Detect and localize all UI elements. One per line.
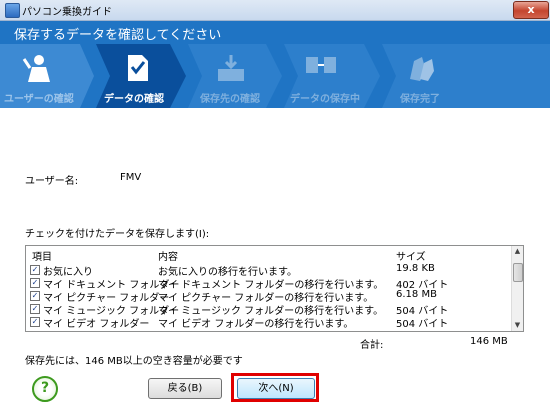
item-size: 504 バイト	[396, 319, 449, 330]
vertical-scrollbar[interactable]: ▲ ▼	[511, 246, 523, 331]
list-item[interactable]: ✓ お気に入り お気に入りの移行を行います。 19.8 KB	[26, 263, 511, 278]
step-label-saving: データの保存中	[290, 94, 360, 105]
step-arrows	[0, 44, 550, 108]
column-header-item[interactable]: 項目	[32, 248, 52, 263]
checkbox[interactable]: ✓	[30, 265, 40, 275]
column-header-size[interactable]: サイズ	[396, 248, 426, 263]
list-item[interactable]: ✓ マイ ドキュメント フォルダー マイ ドキュメント フォルダーの移行を行いま…	[26, 276, 511, 291]
help-button[interactable]: ?	[32, 376, 58, 402]
total-value: 146 MB	[470, 336, 508, 347]
step-label-complete: 保存完了	[400, 94, 440, 105]
save-location-icon	[218, 55, 244, 81]
item-size: 6.18 MB	[396, 289, 437, 300]
close-button[interactable]: x	[513, 1, 549, 19]
user-name-label: ユーザー名:	[25, 176, 79, 187]
step-progress: ユーザーの確認 データの確認 保存先の確認 データの保存中 保存完了	[0, 44, 550, 108]
checkbox[interactable]: ✓	[30, 291, 40, 301]
item-name: マイ ビデオ フォルダー	[43, 319, 150, 330]
complete-icon	[410, 57, 434, 81]
data-transfer-icon	[306, 57, 336, 73]
scroll-up-icon[interactable]: ▲	[512, 246, 523, 257]
capacity-note: 保存先には、146 MB以上の空き容量が必要です	[25, 356, 243, 367]
list-item[interactable]: ✓ マイ ピクチャー フォルダー マイ ピクチャー フォルダーの移行を行います。…	[26, 289, 511, 304]
column-header-content[interactable]: 内容	[158, 248, 178, 263]
checkbox[interactable]: ✓	[30, 317, 40, 327]
item-size: 19.8 KB	[396, 263, 435, 274]
window-title: パソコン乗換ガイド	[22, 7, 112, 18]
list-item[interactable]: ✓ マイ ミュージック フォルダー マイ ミュージック フォルダーの移行を行いま…	[26, 302, 511, 317]
document-check-icon	[128, 55, 148, 81]
checkbox[interactable]: ✓	[30, 278, 40, 288]
user-name-value: FMV	[120, 172, 142, 183]
total-label: 合計:	[360, 340, 384, 351]
step-label-data: データの確認	[104, 94, 164, 105]
item-content: マイ ビデオ フォルダーの移行を行います。	[158, 319, 354, 330]
app-icon	[5, 3, 20, 18]
page-title: 保存するデータを確認してください	[14, 28, 222, 43]
scroll-down-icon[interactable]: ▼	[512, 320, 523, 331]
data-list[interactable]: 項目 内容 サイズ ✓ お気に入り お気に入りの移行を行います。 19.8 KB…	[25, 245, 524, 332]
user-icon	[22, 55, 50, 82]
back-button[interactable]: 戻る(B)	[148, 378, 222, 399]
checkbox[interactable]: ✓	[30, 304, 40, 314]
step-label-user: ユーザーの確認	[4, 94, 74, 105]
scrollbar-thumb[interactable]	[513, 263, 523, 282]
list-item[interactable]: ✓ マイ ビデオ フォルダー マイ ビデオ フォルダーの移行を行います。 504…	[26, 315, 511, 330]
step-label-destination: 保存先の確認	[200, 94, 260, 105]
next-button[interactable]: 次へ(N)	[237, 378, 315, 399]
data-list-caption: チェックを付けたデータを保存します(I):	[25, 229, 210, 240]
